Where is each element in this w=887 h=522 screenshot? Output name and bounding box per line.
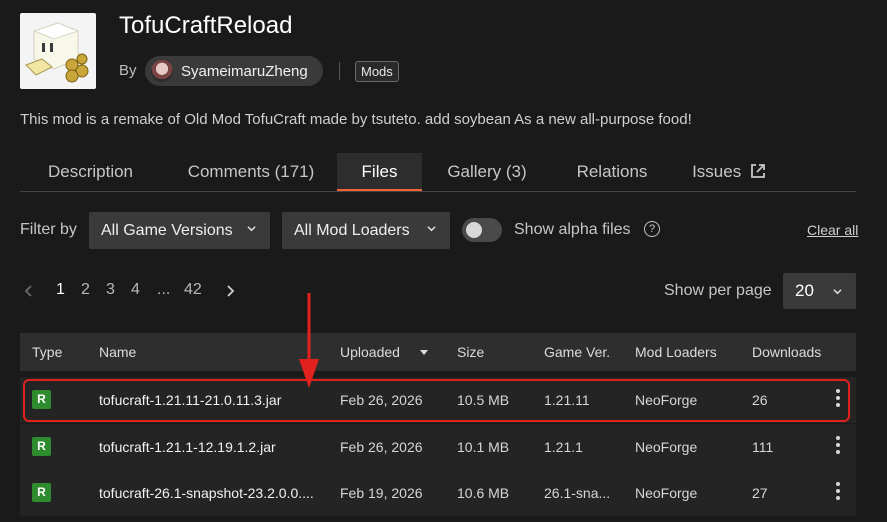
- project-logo: [20, 13, 96, 89]
- release-type-badge: R: [32, 437, 51, 456]
- release-type-badge: R: [32, 483, 51, 502]
- col-name[interactable]: Name: [99, 344, 136, 360]
- chevron-down-icon: [427, 226, 436, 232]
- page-2[interactable]: 2: [81, 281, 90, 299]
- files-table-header: Type Name Uploaded Size Game Ver. Mod Lo…: [20, 333, 856, 371]
- sort-desc-icon[interactable]: [420, 350, 428, 355]
- game-version-value: All Game Versions: [101, 221, 233, 239]
- page-3[interactable]: 3: [106, 281, 115, 299]
- author-avatar: [151, 60, 173, 82]
- chevron-right-icon[interactable]: [225, 284, 235, 298]
- table-row[interactable]: R tofucraft-1.21.1-12.19.1.2.jar Feb 26,…: [20, 424, 856, 471]
- per-page-value: 20: [795, 281, 814, 300]
- file-name[interactable]: tofucraft-26.1-snapshot-23.2.0.0....: [99, 485, 314, 501]
- per-page-label: Show per page: [664, 282, 772, 299]
- file-size: 10.1 MB: [457, 439, 510, 455]
- tab-issues-label: Issues: [692, 162, 742, 181]
- alpha-files-label: Show alpha files: [514, 221, 631, 238]
- page-4[interactable]: 4: [131, 281, 140, 299]
- tab-comments[interactable]: Comments (171): [176, 153, 326, 191]
- highlight-box: [23, 379, 850, 422]
- tab-files[interactable]: Files: [337, 153, 422, 191]
- project-files-page: TofuCraftReload By SyameimaruZheng Mods …: [0, 0, 887, 522]
- game-version: 1.21.1: [544, 439, 583, 455]
- tab-gallery[interactable]: Gallery (3): [437, 153, 537, 191]
- mod-loader-select[interactable]: All Mod Loaders: [282, 212, 450, 249]
- col-game-ver[interactable]: Game Ver.: [544, 344, 610, 360]
- category-tag[interactable]: Mods: [355, 61, 399, 82]
- col-downloads[interactable]: Downloads: [752, 344, 821, 360]
- tab-relations[interactable]: Relations: [560, 153, 664, 191]
- download-count: 27: [752, 485, 768, 501]
- per-page-select[interactable]: 20: [783, 273, 856, 309]
- upload-date: Feb 19, 2026: [340, 485, 423, 501]
- col-mod-loaders: Mod Loaders: [635, 344, 717, 360]
- page-ellipsis: ...: [157, 281, 171, 298]
- tab-description[interactable]: Description: [20, 153, 161, 191]
- file-size: 10.6 MB: [457, 485, 510, 501]
- help-icon[interactable]: ?: [644, 221, 660, 237]
- project-title: TofuCraftReload: [119, 12, 293, 39]
- table-row[interactable]: R tofucraft-26.1-snapshot-23.2.0.0.... F…: [20, 470, 856, 517]
- clear-all-link[interactable]: Clear all: [807, 222, 858, 238]
- col-type: Type: [32, 344, 63, 360]
- author-link[interactable]: SyameimaruZheng: [145, 56, 323, 86]
- page-1[interactable]: 1: [56, 281, 65, 299]
- chevron-down-icon: [247, 226, 256, 232]
- external-link-icon: [751, 164, 765, 178]
- col-uploaded[interactable]: Uploaded: [340, 344, 400, 360]
- chevron-left-icon[interactable]: [24, 284, 34, 298]
- divider: [339, 62, 340, 80]
- upload-date: Feb 26, 2026: [340, 439, 423, 455]
- by-label: By: [119, 62, 137, 79]
- filter-label: Filter by: [20, 221, 77, 238]
- file-name[interactable]: tofucraft-1.21.1-12.19.1.2.jar: [99, 439, 276, 455]
- game-version: 26.1-sna...: [544, 485, 611, 501]
- tab-bar: Description Comments (171) Files Gallery…: [20, 153, 856, 192]
- page-42[interactable]: 42: [184, 281, 202, 299]
- mod-loader: NeoForge: [635, 439, 698, 455]
- mod-loader: NeoForge: [635, 485, 698, 501]
- chevron-down-icon: [833, 289, 842, 295]
- author-name: SyameimaruZheng: [181, 62, 308, 80]
- col-size[interactable]: Size: [457, 344, 484, 360]
- kebab-menu-icon[interactable]: [836, 482, 840, 504]
- toggle-knob: [466, 222, 482, 238]
- arrow-down-icon: [299, 293, 319, 388]
- mod-loader-value: All Mod Loaders: [294, 221, 410, 239]
- download-count: 111: [752, 439, 774, 455]
- game-version-select[interactable]: All Game Versions: [89, 212, 270, 249]
- kebab-menu-icon[interactable]: [836, 436, 840, 458]
- alpha-files-toggle[interactable]: [462, 218, 502, 242]
- project-description: This mod is a remake of Old Mod TofuCraf…: [20, 111, 692, 128]
- tab-issues[interactable]: Issues: [684, 153, 774, 191]
